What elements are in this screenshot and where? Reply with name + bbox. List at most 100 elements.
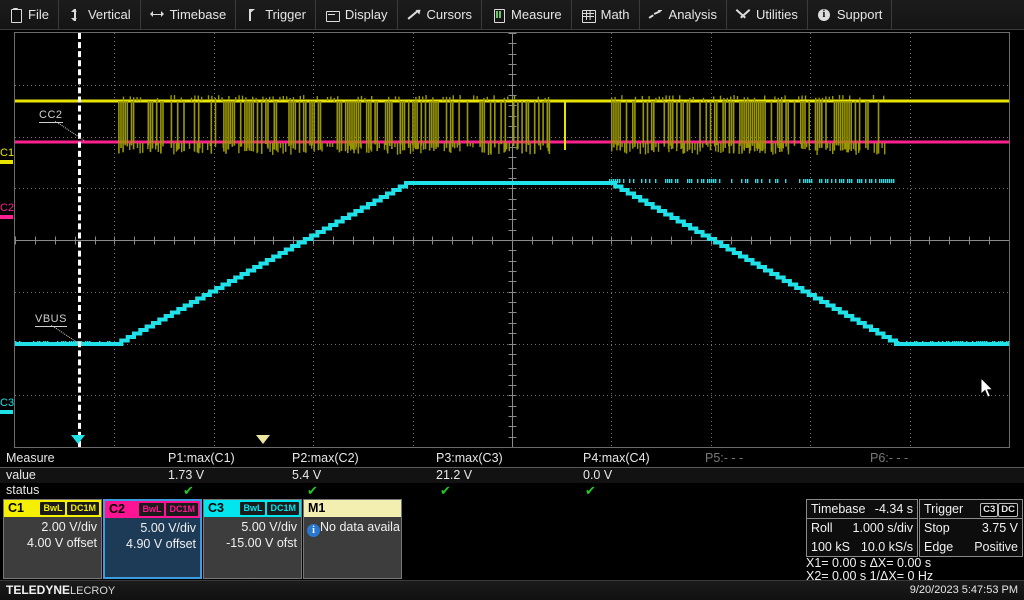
trigger-coupling-badge[interactable]: DC bbox=[998, 503, 1018, 517]
measure-value-p3: 21.2 V bbox=[436, 468, 472, 484]
analysis-trend-icon bbox=[649, 8, 663, 22]
channel-marker-c3[interactable]: C3 bbox=[0, 398, 14, 414]
measure-value-p4: 0.0 V bbox=[583, 468, 612, 484]
trigger-flag-icon bbox=[245, 8, 259, 22]
menu-item-analysis[interactable]: Analysis bbox=[640, 0, 727, 30]
menu-label: Support bbox=[837, 0, 883, 30]
descriptor-body-c3: 5.00 V/div -15.00 V ofst bbox=[204, 517, 301, 551]
descriptor-tags: BwL DC1M bbox=[139, 503, 198, 516]
waveform-display-area[interactable]: C1 C2 C3 M1 CC2 VBUS bbox=[0, 30, 1024, 450]
channel-marker-c1[interactable]: C1 bbox=[0, 148, 14, 164]
measure-header-p4[interactable]: P4:max(C4) bbox=[583, 451, 650, 467]
datetime-readout: 9/20/2023 5:47:53 PM bbox=[910, 584, 1018, 596]
support-info-icon bbox=[817, 8, 831, 22]
trigger-source-badge[interactable]: C3 bbox=[980, 503, 998, 517]
menu-item-measure[interactable]: Measure bbox=[482, 0, 572, 30]
menu-bar: File Vertical Timebase Trigger Display C… bbox=[0, 0, 1024, 30]
acquisition-start-marker[interactable] bbox=[71, 435, 85, 444]
menu-item-trigger[interactable]: Trigger bbox=[236, 0, 316, 30]
coupling-tag[interactable]: DC1M bbox=[67, 502, 99, 515]
measure-header-p6[interactable]: P6:- - - bbox=[870, 451, 908, 467]
measure-header-p3[interactable]: P3:max(C3) bbox=[436, 451, 503, 467]
menu-label: Measure bbox=[511, 0, 562, 30]
display-screen-icon bbox=[325, 8, 339, 22]
timebase-title: Timebase bbox=[811, 500, 865, 518]
vertical-arrows-icon bbox=[68, 8, 82, 22]
menu-label: File bbox=[28, 0, 49, 30]
timebase-panel[interactable]: Timebase -4.34 s Roll 1.000 s/div 100 kS… bbox=[806, 499, 918, 557]
menu-item-math[interactable]: Math bbox=[572, 0, 640, 30]
descriptor-vdiv: 5.00 V/div bbox=[108, 520, 196, 536]
waveform-traces bbox=[15, 33, 1009, 447]
menu-item-timebase[interactable]: Timebase bbox=[141, 0, 237, 30]
math-grid-icon bbox=[581, 8, 595, 22]
menu-label: Utilities bbox=[756, 0, 798, 30]
trigger-slope: Positive bbox=[974, 538, 1018, 556]
menu-item-utilities[interactable]: Utilities bbox=[727, 0, 808, 30]
trigger-level: 3.75 V bbox=[982, 519, 1018, 537]
measure-status-p3: ✔ bbox=[440, 483, 451, 499]
timebase-delay: -4.34 s bbox=[875, 500, 913, 518]
menu-item-cursors[interactable]: Cursors bbox=[398, 0, 483, 30]
descriptor-tags: BwL DC1M bbox=[240, 502, 299, 515]
channel-descriptor-c3[interactable]: C3 BwL DC1M 5.00 V/div -15.00 V ofst bbox=[203, 499, 302, 579]
menu-item-file[interactable]: File bbox=[0, 0, 59, 30]
descriptor-tags: BwL DC1M bbox=[40, 502, 99, 515]
descriptor-header-c2[interactable]: C2 BwL DC1M bbox=[105, 501, 200, 518]
measure-header-p1[interactable]: P1:max(C1) bbox=[168, 451, 235, 467]
measure-status-p1: ✔ bbox=[183, 483, 194, 499]
measure-status-p4: ✔ bbox=[585, 483, 596, 499]
horizontal-arrows-icon bbox=[150, 8, 164, 22]
measure-header-p2[interactable]: P2:max(C2) bbox=[292, 451, 359, 467]
coupling-tag[interactable]: DC1M bbox=[267, 502, 299, 515]
trigger-position-line[interactable] bbox=[78, 33, 81, 447]
info-icon: i bbox=[307, 524, 320, 537]
trigger-state-row: Stop 3.75 V bbox=[920, 519, 1022, 538]
channel-offset-handle[interactable] bbox=[0, 215, 13, 219]
menu-item-display[interactable]: Display bbox=[316, 0, 398, 30]
bandwidth-limit-tag[interactable]: BwL bbox=[139, 503, 164, 516]
trigger-badges: C3DC bbox=[980, 500, 1018, 518]
timebase-mode: Roll bbox=[811, 519, 833, 537]
channel-descriptor-c2[interactable]: C2 BwL DC1M 5.00 V/div 4.90 V offset bbox=[103, 499, 202, 579]
coupling-tag[interactable]: DC1M bbox=[166, 503, 198, 516]
descriptor-vdiv: 5.00 V/div bbox=[207, 519, 297, 535]
descriptor-name: M1 bbox=[308, 500, 325, 517]
menu-label: Cursors bbox=[427, 0, 473, 30]
measure-value-row: value 1.73 V 5.4 V 21.2 V 0.0 V bbox=[0, 467, 1024, 483]
measure-status-p2: ✔ bbox=[307, 483, 318, 499]
descriptor-row: C1 BwL DC1M 2.00 V/div 4.00 V offset C2 … bbox=[0, 499, 1024, 580]
graticule[interactable]: CC2 VBUS bbox=[14, 32, 1010, 448]
descriptor-body-m1: iNo data availa bbox=[304, 517, 401, 537]
mouse-pointer bbox=[981, 378, 995, 399]
channel-offset-handle[interactable] bbox=[0, 410, 13, 414]
channel-descriptor-c1[interactable]: C1 BwL DC1M 2.00 V/div 4.00 V offset bbox=[3, 499, 102, 579]
measure-value-p1: 1.73 V bbox=[168, 468, 204, 484]
descriptor-name: C2 bbox=[109, 501, 125, 518]
measurement-table[interactable]: Measure P1:max(C1) P2:max(C2) P3:max(C3)… bbox=[0, 450, 1024, 498]
menu-label: Timebase bbox=[170, 0, 227, 30]
trigger-type-row: Edge Positive bbox=[920, 538, 1022, 557]
measure-header-p5[interactable]: P5:- - - bbox=[705, 451, 743, 467]
timebase-scale: 1.000 s/div bbox=[853, 519, 913, 537]
utilities-tools-icon bbox=[736, 8, 750, 22]
descriptor-header-m1[interactable]: M1 bbox=[304, 500, 401, 517]
bandwidth-limit-tag[interactable]: BwL bbox=[40, 502, 65, 515]
menu-item-vertical[interactable]: Vertical bbox=[59, 0, 141, 30]
memory-descriptor-m1[interactable]: M1 iNo data availa bbox=[303, 499, 402, 579]
descriptor-header-c1[interactable]: C1 BwL DC1M bbox=[4, 500, 101, 517]
trigger-time-marker[interactable] bbox=[256, 435, 270, 444]
menu-item-support[interactable]: Support bbox=[808, 0, 893, 30]
status-bar: TELEDYNELECROY 9/20/2023 5:47:53 PM bbox=[0, 580, 1024, 600]
channel-offset-handle[interactable] bbox=[0, 160, 13, 164]
bandwidth-limit-tag[interactable]: BwL bbox=[240, 502, 265, 515]
menu-label: Math bbox=[601, 0, 630, 30]
descriptor-offset: -15.00 V ofst bbox=[207, 535, 297, 551]
channel-marker-c2[interactable]: C2 bbox=[0, 203, 14, 219]
measure-status-row: status ✔ ✔ ✔ ✔ bbox=[0, 483, 1024, 499]
timebase-memory: 100 kS bbox=[811, 538, 850, 556]
trigger-title: Trigger bbox=[924, 500, 963, 518]
trigger-panel[interactable]: Trigger C3DC Stop 3.75 V Edge Positive bbox=[919, 499, 1023, 557]
descriptor-header-c3[interactable]: C3 BwL DC1M bbox=[204, 500, 301, 517]
descriptor-vdiv: 2.00 V/div bbox=[7, 519, 97, 535]
